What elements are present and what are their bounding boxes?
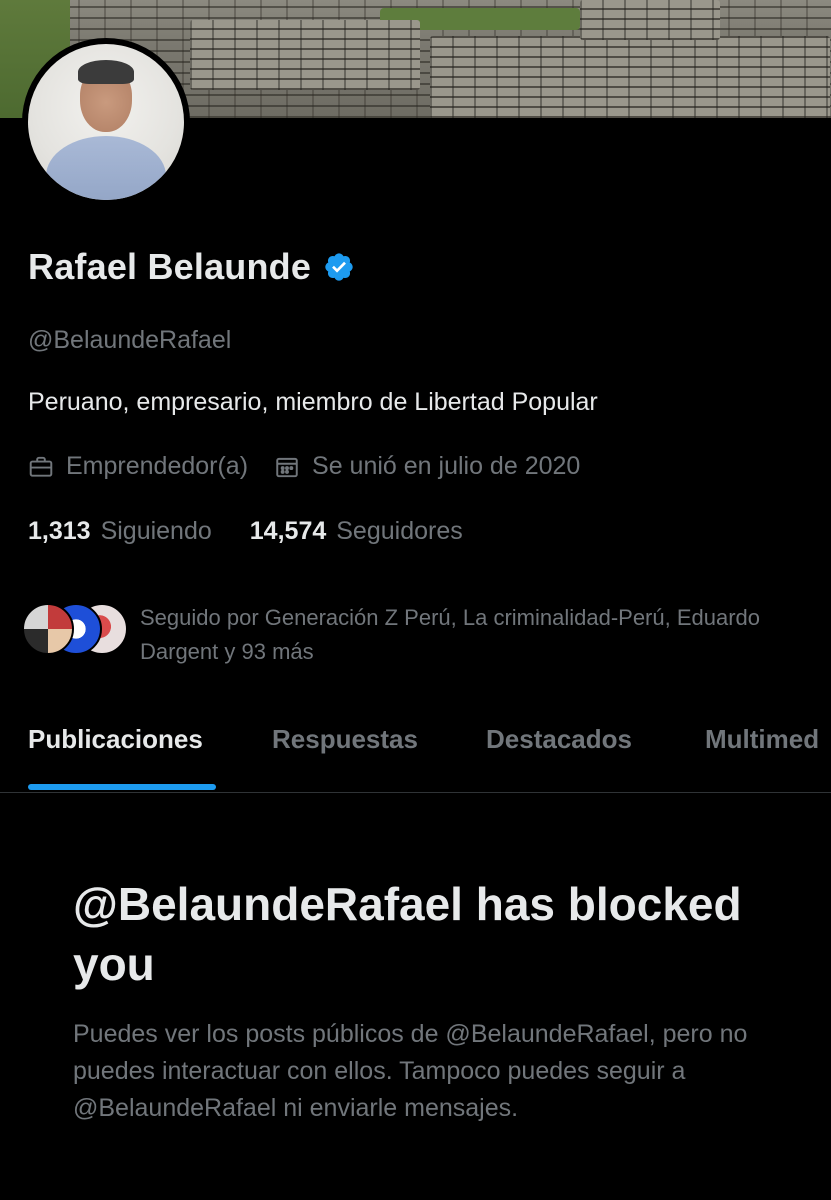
followers-count: 14,574 [249,517,327,545]
blocked-message: Puedes ver los posts públicos de @Belaun… [73,1020,748,1122]
followers-label: Seguidores [336,517,463,545]
profile-joined: Se unió en julio de 2020 [274,452,580,481]
tab-respuestas[interactable]: Respuestas [272,724,418,755]
follow-stats: 1,313 Siguiendo 14,574 Seguidores [28,517,501,546]
profile-category: Emprendedor(a) [28,452,248,481]
profile-name: Rafael Belaunde [28,246,312,287]
profile-avatar[interactable] [22,38,190,206]
banner-stone-wall [430,36,830,118]
briefcase-icon [28,454,54,480]
following-link[interactable]: 1,313 Siguiendo [28,517,212,546]
calendar-icon [274,454,300,480]
profile-bio: Peruano, empresario, miembro de Libertad… [28,388,598,416]
profile-tabs: Publicaciones Respuestas Destacados Mult… [0,712,831,793]
category-label: Emprendedor(a) [66,452,249,480]
following-label: Siguiendo [100,517,212,545]
avatar-hair [78,60,134,84]
tab-multimedia[interactable]: Multimed [705,724,819,755]
followed-by-avatars [22,601,132,657]
avatar-photo [28,44,184,200]
profile-handle: @BelaundeRafael [28,326,232,354]
banner-stone-wall [190,20,420,90]
followed-by[interactable]: Seguido por Generación Z Perú, La crimin… [22,601,780,669]
tab-publicaciones[interactable]: Publicaciones [28,724,203,755]
avatar-shirt [46,136,166,200]
followers-link[interactable]: 14,574 Seguidores [250,517,463,546]
banner-stone-wall [580,0,720,40]
active-tab-indicator [28,784,216,790]
following-count: 1,313 [28,517,91,545]
follower-avatar [22,603,74,655]
profile-name-row: Rafael Belaunde [28,246,355,288]
followed-by-text: Seguido por Generación Z Perú, La crimin… [140,605,761,664]
verified-badge-icon[interactable] [323,251,355,283]
tab-destacados[interactable]: Destacados [486,724,632,755]
joined-label: Se unió en julio de 2020 [312,452,581,480]
blocked-title: @BelaundeRafael has blocked you [73,878,742,990]
profile-meta: Emprendedor(a) Se unió en julio de 2020 [28,452,606,481]
